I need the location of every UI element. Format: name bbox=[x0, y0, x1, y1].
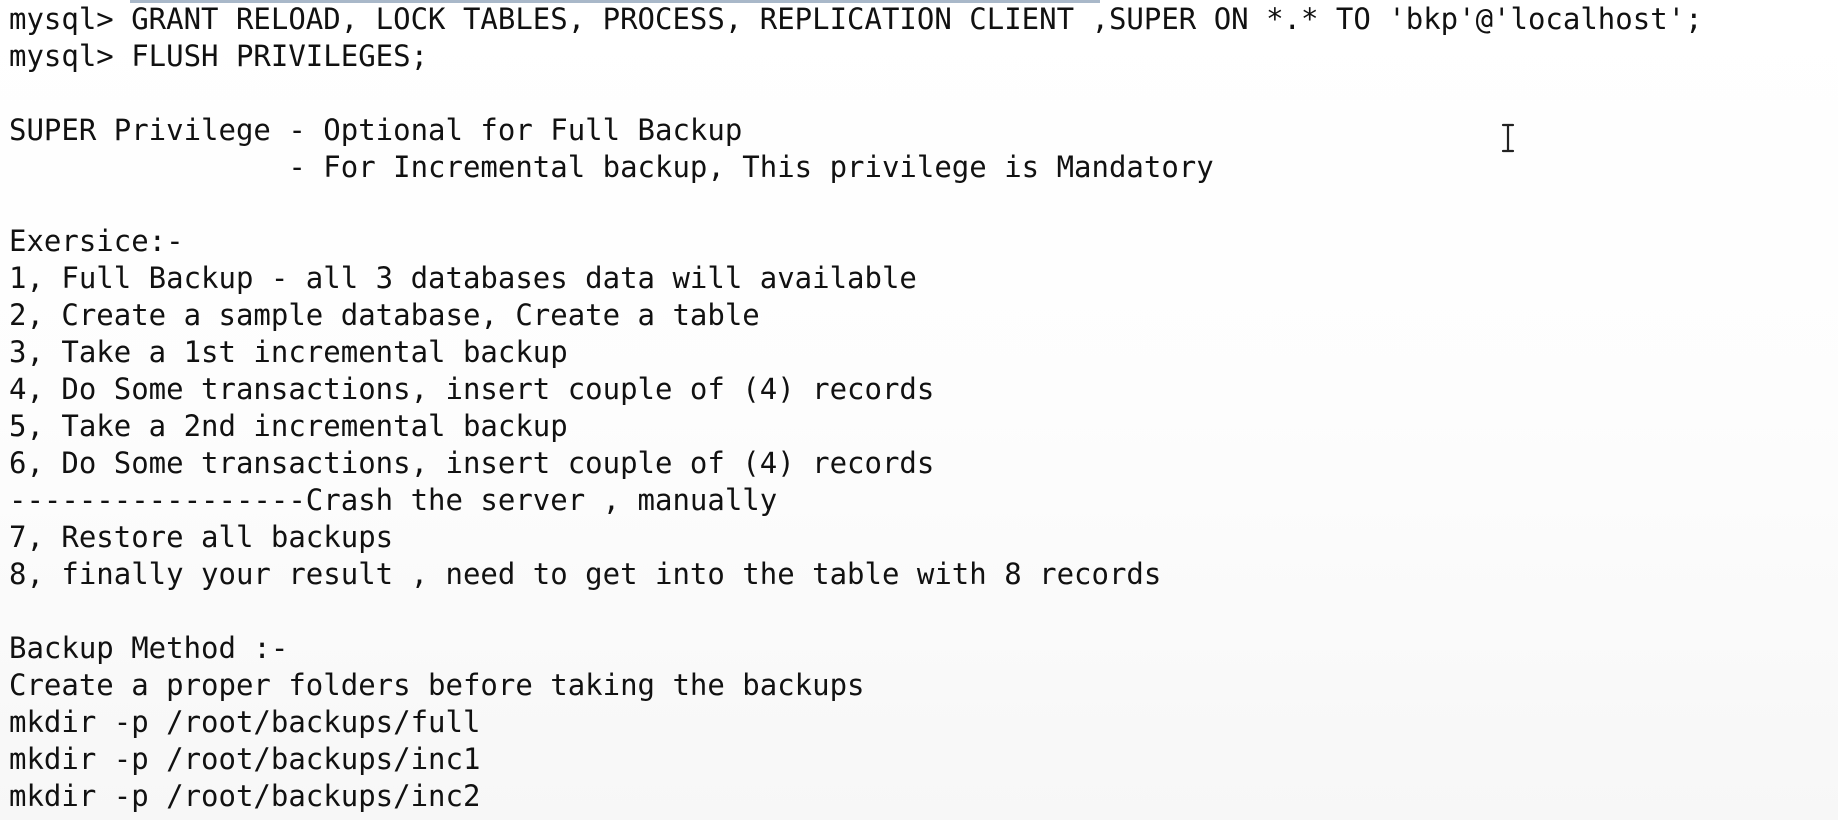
line-9: 2, Create a sample database, Create a ta… bbox=[9, 298, 760, 332]
line-19: Create a proper folders before taking th… bbox=[9, 668, 865, 702]
line-2: mysql> FLUSH PRIVILEGES; bbox=[9, 39, 429, 73]
text-cursor-icon bbox=[1501, 123, 1515, 153]
line-22: mkdir -p /root/backups/inc2 bbox=[9, 779, 481, 813]
line-3 bbox=[9, 75, 1703, 112]
line-12: 5, Take a 2nd incremental backup bbox=[9, 409, 568, 443]
line-7: Exersice:- bbox=[9, 224, 184, 258]
line-4: SUPER Privilege - Optional for Full Back… bbox=[9, 113, 743, 147]
line-14: -----------------Crash the server , manu… bbox=[9, 483, 778, 517]
line-17 bbox=[9, 593, 1703, 630]
line-20: mkdir -p /root/backups/full bbox=[9, 705, 481, 739]
line-8: 1, Full Backup - all 3 databases data wi… bbox=[9, 261, 917, 295]
line-16: 8, finally your result , need to get int… bbox=[9, 557, 1162, 591]
line-6 bbox=[9, 186, 1703, 223]
text-editor[interactable]: mysql> GRANT RELOAD, LOCK TABLES, PROCES… bbox=[0, 0, 1838, 820]
line-15: 7, Restore all backups bbox=[9, 520, 394, 554]
line-10: 3, Take a 1st incremental backup bbox=[9, 335, 568, 369]
line-18: Backup Method :- bbox=[9, 631, 289, 665]
line-5: - For Incremental backup, This privilege… bbox=[9, 150, 1214, 184]
line-21: mkdir -p /root/backups/inc1 bbox=[9, 742, 481, 776]
editor-text-area[interactable]: mysql> GRANT RELOAD, LOCK TABLES, PROCES… bbox=[9, 1, 1703, 815]
line-11: 4, Do Some transactions, insert couple o… bbox=[9, 372, 935, 406]
line-13: 6, Do Some transactions, insert couple o… bbox=[9, 446, 935, 480]
line-1: mysql> GRANT RELOAD, LOCK TABLES, PROCES… bbox=[9, 2, 1703, 36]
